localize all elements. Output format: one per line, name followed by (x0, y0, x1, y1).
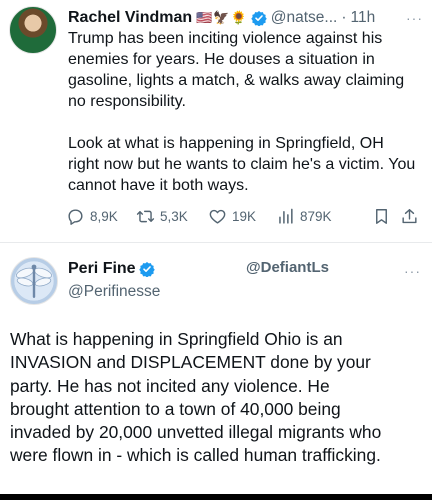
bookmark-button[interactable] (372, 207, 400, 226)
tweet-paragraph-1: Trump has been inciting violence against… (68, 30, 405, 110)
share-button[interactable] (400, 207, 420, 226)
analytics-icon (279, 208, 293, 224)
tweet-line: were flown in - which is called human tr… (10, 445, 381, 466)
more-options-icon[interactable]: ··· (404, 263, 421, 279)
tweet-rachel-vindman[interactable]: Rachel Vindman 🇺🇸🦅🌻 @natse... · 11h ··· … (0, 0, 432, 242)
bottom-edge-bar (0, 494, 432, 500)
name-emoji: 🇺🇸🦅🌻 (196, 10, 248, 25)
repost-icon (136, 210, 155, 222)
view-count: 879K (300, 208, 332, 224)
tweet-line: invaded by 20,000 unvetted illegal migra… (10, 422, 382, 443)
tweet-line: party. He has not incited any violence. … (10, 375, 330, 396)
tweet-text: Trump has been inciting violence against… (68, 28, 418, 196)
author-name[interactable]: Peri Fine (68, 260, 136, 278)
like-button[interactable]: 19K (208, 207, 276, 226)
views-button[interactable]: 879K (276, 207, 372, 226)
tweet-peri-fine[interactable]: Peri Fine @Perifinesse @DefiantLs ··· Wh… (0, 243, 432, 500)
tweet-line: brought attention to a town of 40,000 be… (10, 398, 341, 419)
reply-count: 8,9K (90, 208, 118, 224)
separator-dot: · (341, 9, 347, 26)
tweet-line: What is happening in Springfield Ohio is… (10, 329, 343, 349)
author-handle[interactable]: @natse... (271, 9, 338, 27)
verified-badge-icon (251, 11, 267, 26)
mention-overlay: @DefiantLs (246, 259, 329, 276)
more-options-icon[interactable]: ··· (406, 10, 423, 26)
tweet-header: Peri Fine (68, 260, 155, 278)
author-name[interactable]: Rachel Vindman (68, 9, 192, 27)
action-bar: 8,9K 5,3K 19K 879K (66, 204, 421, 228)
like-count: 19K (232, 208, 257, 224)
tweet-text: What is happening in Springfield Ohio is… (10, 328, 425, 468)
dragonfly-avatar-icon (16, 264, 52, 298)
share-icon (402, 208, 417, 223)
avatar[interactable] (10, 257, 58, 305)
reply-button[interactable]: 8,9K (66, 207, 136, 226)
avatar[interactable] (9, 6, 57, 54)
timestamp[interactable]: 11h (351, 9, 376, 27)
reply-icon (68, 208, 83, 225)
author-handle[interactable]: @Perifinesse (68, 283, 160, 301)
repost-button[interactable]: 5,3K (136, 207, 208, 226)
heart-icon (209, 209, 226, 224)
tweet-header: Rachel Vindman 🇺🇸🦅🌻 @natse... · 11h ··· (68, 6, 423, 30)
tweet-paragraph-2: Look at what is happening in Springfield… (68, 135, 416, 194)
tweet-line: INVASION and DISPLACEMENT done by your (10, 352, 371, 373)
verified-badge-icon (138, 262, 155, 277)
repost-count: 5,3K (160, 208, 188, 224)
bookmark-icon (376, 208, 387, 224)
